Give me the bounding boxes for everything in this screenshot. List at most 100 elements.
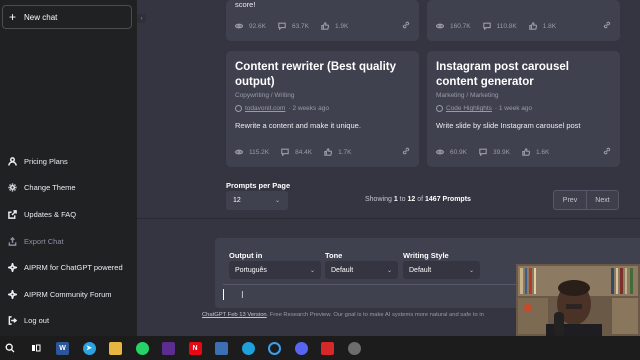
netflix-icon[interactable]: N: [188, 341, 202, 355]
sidebar-item-label: AIPRM for ChatGPT powered: [24, 263, 123, 273]
text-caret: [223, 289, 224, 300]
writing-style-label: Writing Style: [403, 251, 449, 260]
new-chat-button[interactable]: + New chat: [2, 5, 132, 29]
card-age: · 2 weeks ago: [288, 105, 329, 112]
like-button[interactable]: 1.8K: [528, 22, 557, 30]
copy-link-button[interactable]: [402, 21, 410, 31]
prompt-card[interactable]: score! 92.6K 63.7K 1.9K: [226, 0, 419, 41]
copy-link-button[interactable]: [402, 147, 410, 157]
prev-button[interactable]: Prev: [554, 191, 586, 209]
file-explorer-icon[interactable]: [109, 341, 122, 355]
app-icon[interactable]: [162, 341, 175, 355]
views-count: 92.6K: [249, 22, 266, 30]
task-view-icon[interactable]: [30, 342, 43, 355]
link-icon: [603, 147, 611, 155]
sidebar-item-aiprm-powered[interactable]: AIPRM for ChatGPT powered: [0, 254, 137, 281]
tone-label: Tone: [325, 251, 343, 260]
app-icon[interactable]: [215, 341, 228, 355]
comment-icon: [281, 148, 289, 156]
discord-icon[interactable]: [294, 341, 308, 355]
output-in-label: Output in: [229, 251, 263, 260]
author-link[interactable]: todavonit.com: [245, 105, 285, 112]
sidebar-item-label: Pricing Plans: [24, 156, 68, 166]
comments-count: 63.7K: [292, 22, 309, 30]
thumbs-up-icon: [522, 148, 530, 156]
sidebar-item-pricing-plans[interactable]: Pricing Plans: [0, 148, 137, 175]
comment-icon: [482, 22, 491, 30]
comments-count: 39.9K: [493, 148, 510, 156]
likes-count: 1.6K: [536, 148, 550, 156]
whatsapp-icon[interactable]: [135, 341, 149, 355]
edge-icon[interactable]: [241, 341, 255, 355]
likes-count: 1.8K: [542, 22, 557, 30]
thumbs-up-icon: [324, 148, 333, 156]
new-chat-label: New chat: [24, 12, 58, 22]
version-link[interactable]: ChatGPT Feb 13 Version: [202, 312, 267, 318]
sidebar-item-label: Updates & FAQ: [24, 209, 77, 219]
showing-count: Showing 1 to 12 of 1467 Prompts: [365, 196, 471, 203]
prompt-card[interactable]: Instagram post carousel content generato…: [427, 51, 620, 167]
showing-of-word: of: [417, 196, 424, 203]
webcam-person-image: [516, 264, 640, 336]
telegram-icon[interactable]: ➤: [82, 341, 96, 355]
showing-to: 12: [407, 196, 416, 203]
like-button[interactable]: 1.9K: [321, 22, 348, 30]
prompt-card[interactable]: 160.7K 110.8K 1.8K: [427, 0, 620, 41]
word-icon[interactable]: W: [56, 341, 69, 355]
cortana-icon[interactable]: [268, 341, 281, 355]
sidebar-item-change-theme[interactable]: Change Theme: [0, 175, 137, 202]
views-count: 115.2K: [249, 148, 270, 156]
prompts-per-page-select[interactable]: 12 ⌄: [226, 191, 288, 210]
app-icon[interactable]: [321, 341, 334, 355]
like-button[interactable]: 1.6K: [522, 148, 549, 156]
output-language-select[interactable]: Português ⌄: [229, 261, 321, 279]
search-icon[interactable]: [3, 342, 16, 355]
views-count: 160.7K: [450, 22, 471, 30]
chevron-down-icon: ⌄: [468, 268, 474, 274]
like-button[interactable]: 1.7K: [324, 148, 352, 156]
showing-prefix: Showing: [365, 196, 392, 203]
link-icon: [603, 21, 611, 29]
webcam-overlay: [516, 264, 640, 336]
showing-from: 1: [393, 196, 398, 203]
eye-icon: [436, 23, 444, 29]
export-icon: [7, 236, 17, 246]
sidebar-item-log-out[interactable]: Log out: [0, 308, 137, 335]
chevron-down-icon: ⌄: [309, 268, 315, 274]
logout-icon: [7, 316, 17, 326]
card-age: · 1 week ago: [494, 105, 533, 112]
pager: Prev Next: [553, 190, 619, 210]
text-cursor-icon: I: [241, 290, 244, 301]
eye-icon: [235, 149, 243, 155]
sparkle-icon: [7, 289, 17, 299]
eye-icon: [436, 149, 444, 155]
sidebar-item-label: Log out: [24, 316, 50, 326]
app-icon[interactable]: [347, 341, 361, 355]
comments-count: 110.8K: [496, 22, 517, 30]
showing-to-word: to: [399, 196, 406, 203]
card-category: Copywriting / Writing: [235, 92, 295, 99]
writing-style-select[interactable]: Default ⌄: [403, 261, 480, 279]
sidebar-item-export-chat[interactable]: Export Chat: [0, 228, 137, 255]
card-description: Rewrite a content and make it unique.: [235, 121, 361, 130]
tone-select[interactable]: Default ⌄: [325, 261, 398, 279]
sidebar-item-aiprm-forum[interactable]: AIPRM Community Forum: [0, 281, 137, 308]
author-link[interactable]: Code Highlights: [446, 105, 492, 112]
sidebar-item-label: Export Chat: [24, 236, 64, 246]
taskbar: W ➤ N: [0, 336, 640, 360]
sidebar-item-updates-faq[interactable]: Updates & FAQ: [0, 201, 137, 228]
footer-text: . Free Research Preview. Our goal is to …: [266, 312, 484, 318]
copy-link-button[interactable]: [603, 147, 611, 157]
comment-icon: [479, 148, 487, 156]
copy-link-button[interactable]: [603, 21, 611, 31]
prompt-card[interactable]: Content rewriter (Best quality output) C…: [226, 51, 419, 167]
next-button[interactable]: Next: [586, 191, 618, 209]
sidebar-menu: Pricing Plans Change Theme Updates & FAQ…: [0, 148, 137, 334]
sidebar: + New chat Pricing Plans Change Theme Up…: [0, 0, 137, 336]
card-stats: 115.2K 84.4K 1.7K: [235, 147, 410, 157]
chevron-down-icon: ⌄: [386, 268, 392, 274]
output-language-value: Português: [235, 266, 267, 274]
likes-count: 1.9K: [335, 22, 349, 30]
sun-icon: [7, 183, 17, 193]
divider: [137, 218, 640, 219]
